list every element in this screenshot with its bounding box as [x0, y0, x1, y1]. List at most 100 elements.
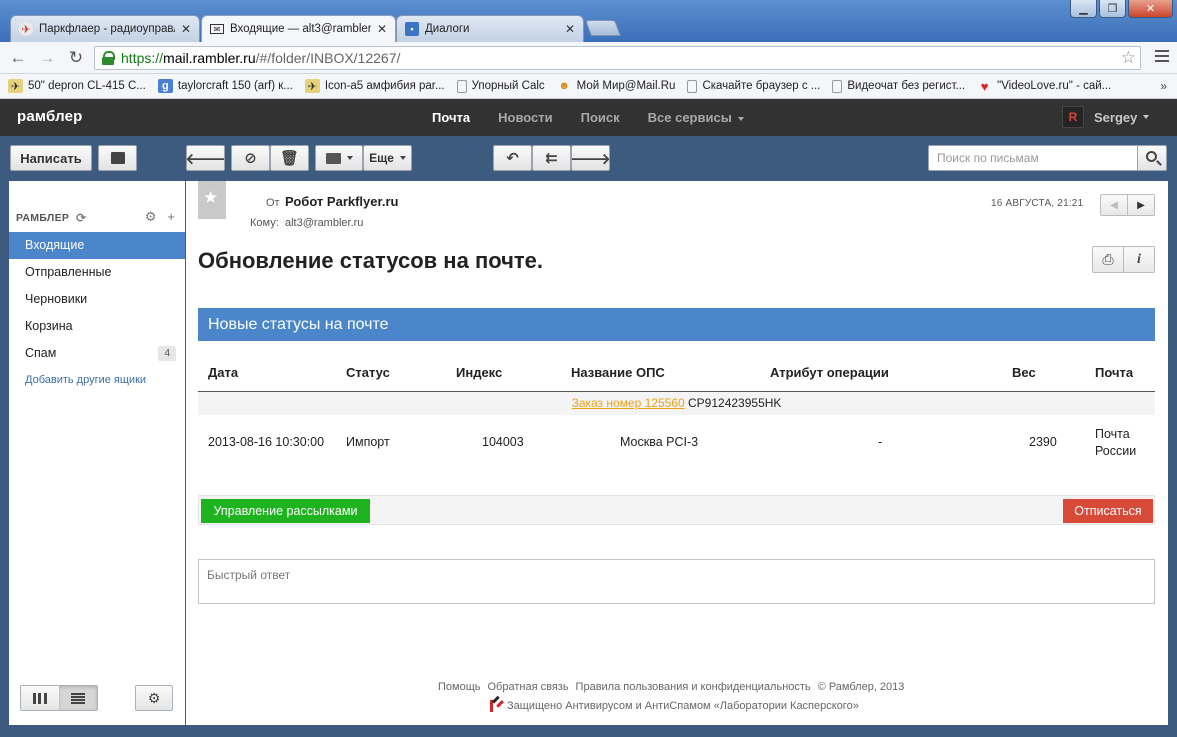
order-link[interactable]: Заказ номер 125560 [572, 396, 685, 410]
quick-reply-input[interactable]: Быстрый ответ [198, 559, 1155, 604]
order-row: Заказ номер 125560 CP912423955HK [198, 392, 1155, 415]
reply-button[interactable]: ↶ [493, 145, 532, 171]
browser-toolbar: ← → ↻ https://mail.rambler.ru/#/folder/I… [0, 42, 1177, 74]
bookmarks-overflow[interactable]: » [1160, 79, 1167, 93]
bookmark-item[interactable]: ♥ "VideoLove.ru" - сай... [977, 79, 1111, 94]
nav-all-services[interactable]: Все сервисы [648, 110, 744, 125]
print-button[interactable]: ⎙ [1093, 247, 1124, 272]
manage-subscriptions-button[interactable]: Управление рассылками [201, 499, 370, 523]
search-input[interactable]: Поиск по письмам [928, 145, 1138, 171]
add-mailboxes-link[interactable]: Добавить другие ящики [25, 374, 146, 386]
info-button[interactable]: i [1124, 247, 1154, 272]
footer-link-feedback[interactable]: Обратная связь [488, 681, 569, 693]
col-header-ops-name: Название ОПС [571, 365, 665, 380]
rambler-header: рамблер Почта Новости Поиск Все сервисы … [0, 99, 1177, 136]
cell-post: Почта России [1095, 427, 1137, 458]
message-date: 16 АВГУСТА, 21:21 [991, 198, 1084, 209]
unsubscribe-button[interactable]: Отписаться [1063, 499, 1153, 523]
close-icon[interactable]: ✕ [377, 22, 387, 36]
bookmarks-bar: ✈ 50" depron CL-415 C... g taylorcraft 150… [0, 74, 1177, 99]
close-icon[interactable]: ✕ [565, 22, 575, 36]
refresh-icon[interactable]: ⟳ [76, 211, 86, 225]
kaspersky-note: Защищено Антивирусом и АнтиСпамом «Лабор… [489, 700, 859, 712]
close-window-button[interactable]: ✕ [1128, 0, 1173, 18]
bookmark-item[interactable]: Скачайте браузер с ... [687, 79, 820, 93]
folder-spam[interactable]: Спам 4 [9, 340, 185, 367]
move-to-folder-button[interactable] [315, 145, 363, 171]
recipient: alt3@rambler.ru [285, 217, 364, 229]
new-tab-button[interactable] [585, 20, 621, 36]
next-message-button[interactable]: ▶ [1128, 195, 1154, 215]
tracking-code: CP912423955HK [688, 396, 782, 410]
bookmark-item[interactable]: Видеочат без регист... [832, 79, 965, 93]
bookmark-item[interactable]: ✈ Icon-a5 амфибия par... [304, 79, 445, 93]
bookmark-item[interactable]: ☻ Мой Мир@Mail.Ru [557, 79, 675, 93]
forward-button[interactable]: → [36, 47, 58, 69]
nav-news[interactable]: Новости [498, 110, 553, 125]
maximize-button[interactable]: ❐ [1099, 0, 1126, 18]
gear-icon[interactable]: ⚙ [145, 209, 157, 225]
dialog-icon: ▪ [405, 22, 419, 36]
folder-drafts[interactable]: Черновики [9, 286, 185, 313]
unread-count-badge: 4 [158, 346, 176, 361]
minimize-button[interactable]: ▁ [1070, 0, 1097, 18]
col-header-attribute: Атрибут операции [770, 365, 889, 380]
reload-button[interactable]: ↻ [65, 47, 87, 69]
cell-date: 2013-08-16 10:30:00 [208, 435, 325, 449]
window-controls: ▁ ❐ ✕ [1070, 0, 1173, 18]
printer-icon: ⎙ [1102, 251, 1114, 267]
tab-label: Входящие — alt3@rambler.r [230, 23, 371, 35]
rambler-logo[interactable]: рамблер [17, 108, 83, 125]
footer-link-terms[interactable]: Правила пользования и конфиденциальность [576, 681, 811, 693]
delete-button[interactable]: 🗑 [270, 145, 309, 171]
chevron-down-icon [346, 156, 353, 160]
tab-dialogs[interactable]: ▪ Диалоги ✕ [396, 15, 584, 42]
block-icon: ⊘ [244, 150, 257, 167]
url-path: /#/folder/INBOX/12267/ [255, 50, 401, 66]
more-button[interactable]: Еще [363, 145, 412, 171]
bookmark-item[interactable]: g taylorcraft 150 (arf) к... [157, 79, 293, 93]
nav-search[interactable]: Поиск [581, 110, 620, 125]
bookmark-item[interactable]: Упорный Calc [456, 79, 545, 93]
tab-parkflyer[interactable]: ✈ Паркфлаер - радиоуправля ✕ [10, 15, 200, 42]
chevron-down-icon [1143, 115, 1150, 119]
tab-inbox[interactable]: ✉ Входящие — alt3@rambler.r ✕ [201, 15, 396, 42]
view-columns-button[interactable] [21, 686, 59, 710]
user-menu[interactable]: R Sergey [1062, 106, 1150, 128]
cell-ops-name: Москва PCI-3 [620, 435, 699, 449]
bookmark-star-icon[interactable]: ☆ [1121, 48, 1136, 68]
search-button[interactable] [1137, 145, 1167, 171]
close-icon[interactable]: ✕ [181, 22, 191, 36]
folder-icon [325, 152, 341, 164]
url-host: mail.rambler.ru [163, 50, 256, 66]
col-header-status: Статус [346, 365, 390, 380]
contacts-button[interactable] [98, 145, 137, 171]
nav-mail[interactable]: Почта [432, 110, 470, 125]
to-label: Кому: [250, 217, 279, 229]
back-to-list-button[interactable]: 🡐 [185, 145, 226, 171]
reply-icon: ↶ [506, 150, 519, 167]
col-header-post: Почта [1095, 365, 1134, 380]
sender-name[interactable]: Робот Parkflyer.ru [285, 194, 398, 209]
folder-trash[interactable]: Корзина [9, 313, 185, 340]
back-button[interactable]: ← [7, 47, 29, 69]
address-bar[interactable]: https://mail.rambler.ru/#/folder/INBOX/1… [94, 46, 1141, 70]
view-list-button[interactable] [59, 686, 97, 710]
compose-button[interactable]: Написать [10, 145, 92, 171]
folder-inbox[interactable]: Входящие [9, 232, 185, 259]
settings-button[interactable]: ⚙ [135, 685, 173, 711]
star-flag-icon[interactable] [198, 181, 226, 219]
footer-link-help[interactable]: Помощь [438, 681, 481, 693]
plus-icon[interactable]: + [167, 209, 175, 225]
block-button[interactable]: ⊘ [231, 145, 270, 171]
prev-message-button[interactable]: ◀ [1101, 195, 1128, 215]
folder-sent[interactable]: Отправленные [9, 259, 185, 286]
col-header-date: Дата [208, 365, 239, 380]
reply-all-button[interactable]: ⇇ [532, 145, 571, 171]
forward-button[interactable]: 🡒 [570, 145, 611, 171]
message-pane: От Робот Parkflyer.ru Кому: alt3@rambler… [186, 181, 1168, 725]
bookmark-item[interactable]: ✈ 50" depron CL-415 C... [8, 79, 146, 93]
browser-titlebar: ✈ Паркфлаер - радиоуправля ✕ ✉ Входящие … [0, 0, 1177, 42]
browser-menu-icon[interactable] [1155, 50, 1169, 64]
user-name: Sergey [1094, 109, 1138, 125]
